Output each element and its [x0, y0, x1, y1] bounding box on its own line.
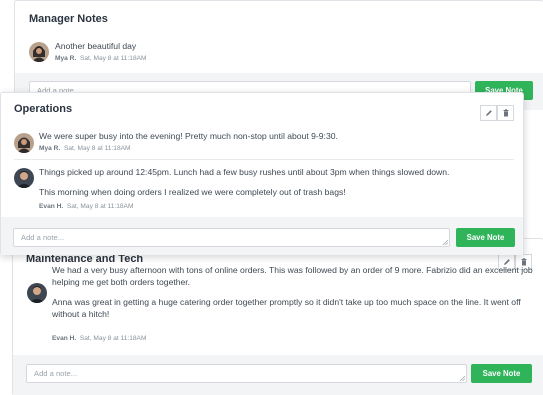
save-note-button[interactable]: Save Note	[456, 228, 515, 247]
note-text: Things picked up around 12:45pm. Lunch h…	[39, 167, 450, 177]
note-date: Sat, May 8 at 11:18AM	[79, 55, 147, 62]
maintenance-card: Maintenance and Tech We had a very busy …	[12, 238, 543, 395]
note-text: We had a very busy afternoon with tons o…	[52, 265, 533, 275]
note-author: Evan H.	[39, 203, 64, 210]
note-meta: Evan H. Sat, May 8 at 11:18AM	[39, 203, 133, 210]
divider	[14, 159, 514, 160]
note-meta: Evan H. Sat, May 8 at 11:18AM	[52, 335, 146, 342]
note-meta: Mya R. Sat, May 8 at 11:18AM	[39, 145, 131, 152]
avatar	[29, 42, 49, 62]
note-author: Mya R.	[39, 145, 61, 152]
note-author: Mya R.	[55, 55, 77, 62]
note-input[interactable]: Add a note...	[13, 228, 450, 247]
note-text: This morning when doing orders I realize…	[39, 187, 346, 197]
note-text: We were super busy into the evening! Pre…	[39, 131, 338, 141]
note-text: helping me get both orders together.	[52, 277, 191, 287]
note-input[interactable]: Add a note...	[26, 364, 467, 383]
note-text: Anna was great in getting a huge caterin…	[52, 297, 521, 307]
pencil-icon	[485, 110, 492, 116]
note-date: Sat, May 8 at 11:18AM	[66, 203, 134, 210]
trash-icon	[503, 109, 508, 117]
save-note-button[interactable]: Save Note	[471, 364, 532, 383]
card-title: Manager Notes	[29, 13, 108, 25]
note-date: Sat, May 8 at 11:18AM	[79, 335, 147, 342]
note-meta: Mya R. Sat, May 8 at 11:18AM	[55, 55, 147, 62]
resize-grip-icon[interactable]	[460, 376, 465, 381]
avatar	[27, 283, 47, 303]
note-text: without a hitch!	[52, 309, 110, 319]
operations-card: Operations We were super busy into the e…	[0, 92, 524, 255]
edit-button[interactable]	[480, 105, 497, 121]
avatar	[14, 133, 34, 153]
resize-grip-icon[interactable]	[443, 240, 448, 245]
delete-button[interactable]	[497, 105, 514, 121]
note-date: Sat, May 8 at 11:18AM	[63, 145, 131, 152]
note-author: Evan H.	[52, 335, 77, 342]
card-title: Operations	[14, 103, 73, 115]
avatar	[14, 168, 34, 188]
note-text: Another beautiful day	[55, 41, 137, 51]
